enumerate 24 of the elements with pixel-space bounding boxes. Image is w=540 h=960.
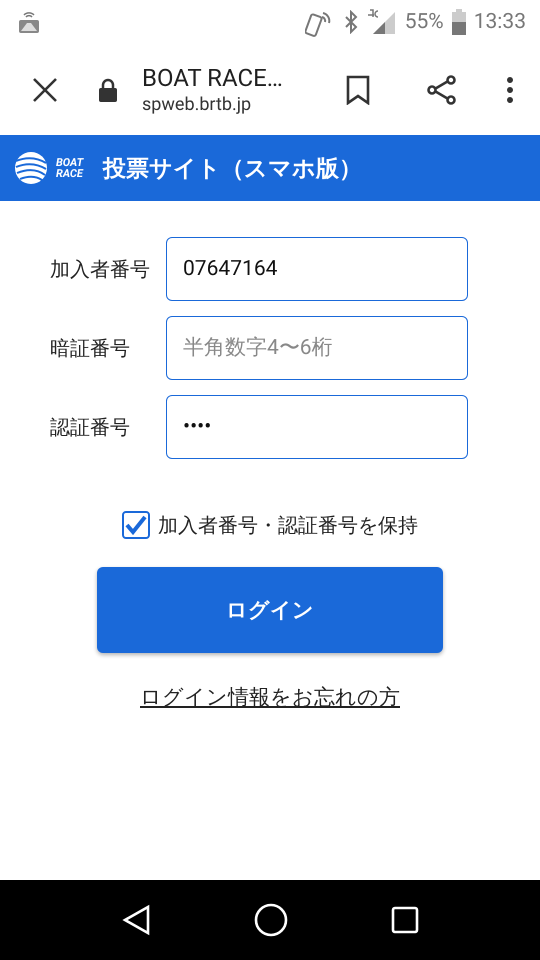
field-label: 加入者番号 (50, 256, 151, 282)
cast-icon (18, 10, 40, 34)
field-label: 暗証番号 (50, 334, 131, 362)
signal-icon (366, 8, 397, 36)
input-field[interactable]: •••• (166, 395, 468, 459)
checkbox-label: 加入者番号・認証番号を保持 (158, 512, 418, 538)
battery-percentage: 55% (404, 10, 444, 34)
site-title: 投票サイト（スマホ版） (103, 154, 362, 184)
field-label: 認証番号 (50, 414, 131, 440)
wave-logo-icon (14, 151, 48, 185)
more-vertical-icon (506, 76, 514, 104)
clock: 13:33 (474, 10, 526, 34)
checkbox[interactable] (122, 511, 150, 539)
logo-text: BOAT (56, 157, 84, 168)
page-title: BOAT RACE… (142, 64, 283, 92)
input-field[interactable]: 半角数字4〜6桁 (166, 316, 468, 380)
logo-text: RACE (56, 168, 84, 179)
battery-icon (452, 9, 466, 35)
forgot-login-link[interactable]: ログイン情報をお忘れの方 (140, 683, 400, 711)
login-button[interactable]: ログイン (97, 567, 443, 653)
bluetooth-icon (342, 10, 359, 34)
input-field[interactable]: 07647164 (166, 237, 468, 301)
lock-icon (98, 78, 118, 102)
page-url: spweb.brtb.jp (142, 94, 252, 115)
